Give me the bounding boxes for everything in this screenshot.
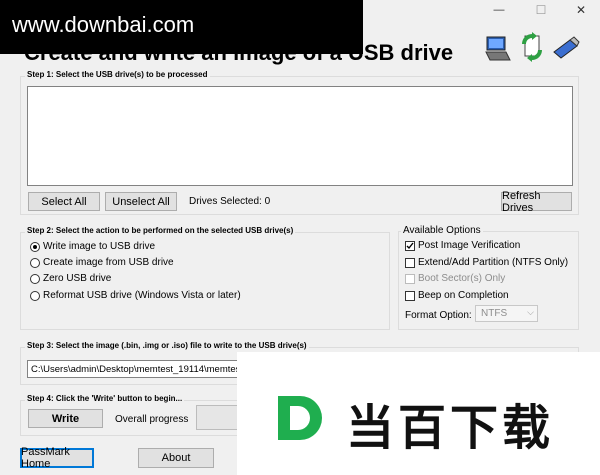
image-path-value: C:\Users\admin\Desktop\memtest_19114\mem… <box>31 364 244 375</box>
beep-on-completion-checkbox[interactable]: Beep on Completion <box>405 290 509 301</box>
unselect-all-button[interactable]: Unselect All <box>105 192 177 211</box>
format-option-label: Format Option: <box>405 310 472 321</box>
write-button[interactable]: Write <box>28 409 103 428</box>
post-image-verification-checkbox[interactable]: Post Image Verification <box>405 240 520 251</box>
step4-label: Step 4: Click the 'Write' button to begi… <box>25 394 185 403</box>
extend-partition-checkbox[interactable]: Extend/Add Partition (NTFS Only) <box>405 257 568 268</box>
overall-progress-label: Overall progress <box>115 414 189 425</box>
action-option-radio[interactable]: Write image to USB drive <box>30 241 155 252</box>
maximize-button[interactable]: ☐ <box>526 3 556 19</box>
format-option-value: NTFS <box>481 308 508 319</box>
minimize-button[interactable]: — <box>484 4 514 20</box>
chevron-down-icon: ⌵ <box>527 307 534 317</box>
about-button[interactable]: About <box>138 448 214 468</box>
action-option-label: Zero USB drive <box>43 273 112 284</box>
radio-button <box>30 257 40 268</box>
checkbox-box <box>405 290 415 301</box>
sync-icon <box>518 32 546 62</box>
radio-button <box>30 290 40 301</box>
post-image-verification-label: Post Image Verification <box>418 240 521 251</box>
action-option-radio[interactable]: Zero USB drive <box>30 273 111 284</box>
extend-partition-label: Extend/Add Partition (NTFS Only) <box>418 257 569 268</box>
available-options-label: Available Options <box>401 225 483 236</box>
checkbox-box <box>405 273 415 284</box>
image-path-field[interactable]: C:\Users\admin\Desktop\memtest_19114\mem… <box>27 360 247 378</box>
checkbox-box <box>405 257 415 268</box>
passmark-home-button[interactable]: PassMark Home <box>20 446 94 470</box>
step1-label: Step 1: Select the USB drive(s) to be pr… <box>25 70 210 79</box>
computer-icon <box>484 34 512 62</box>
radio-button <box>30 241 40 252</box>
usb-drive-icon <box>550 36 580 60</box>
step3-label: Step 3: Select the image (.bin, .img or … <box>25 341 309 350</box>
boot-sectors-only-checkbox: Boot Sector(s) Only <box>405 273 505 284</box>
format-option-select[interactable]: NTFS ⌵ <box>475 305 538 322</box>
checkbox-box <box>405 240 415 251</box>
radio-button <box>30 273 40 284</box>
action-option-label: Write image to USB drive <box>43 241 156 252</box>
refresh-drives-button[interactable]: Refresh Drives <box>501 190 572 214</box>
action-option-radio[interactable]: Reformat USB drive (Windows Vista or lat… <box>30 290 241 301</box>
action-option-label: Create image from USB drive <box>43 257 174 268</box>
step2-label: Step 2: Select the action to be performe… <box>25 226 296 235</box>
usb-drive-list[interactable] <box>27 86 573 186</box>
watermark-chinese-text: 当百下载 <box>346 400 555 456</box>
select-all-button[interactable]: Select All <box>28 192 100 211</box>
boot-sectors-only-label: Boot Sector(s) Only <box>418 273 506 284</box>
watermark-logo-icon <box>270 390 332 446</box>
close-button[interactable]: ✕ <box>566 3 596 19</box>
drives-selected-count: Drives Selected: 0 <box>189 196 271 207</box>
beep-on-completion-label: Beep on Completion <box>418 290 509 301</box>
action-option-label: Reformat USB drive (Windows Vista or lat… <box>43 290 241 301</box>
watermark-text: www.downbai.com <box>12 12 195 37</box>
action-option-radio[interactable]: Create image from USB drive <box>30 257 174 268</box>
overall-progress-bar <box>196 405 241 430</box>
